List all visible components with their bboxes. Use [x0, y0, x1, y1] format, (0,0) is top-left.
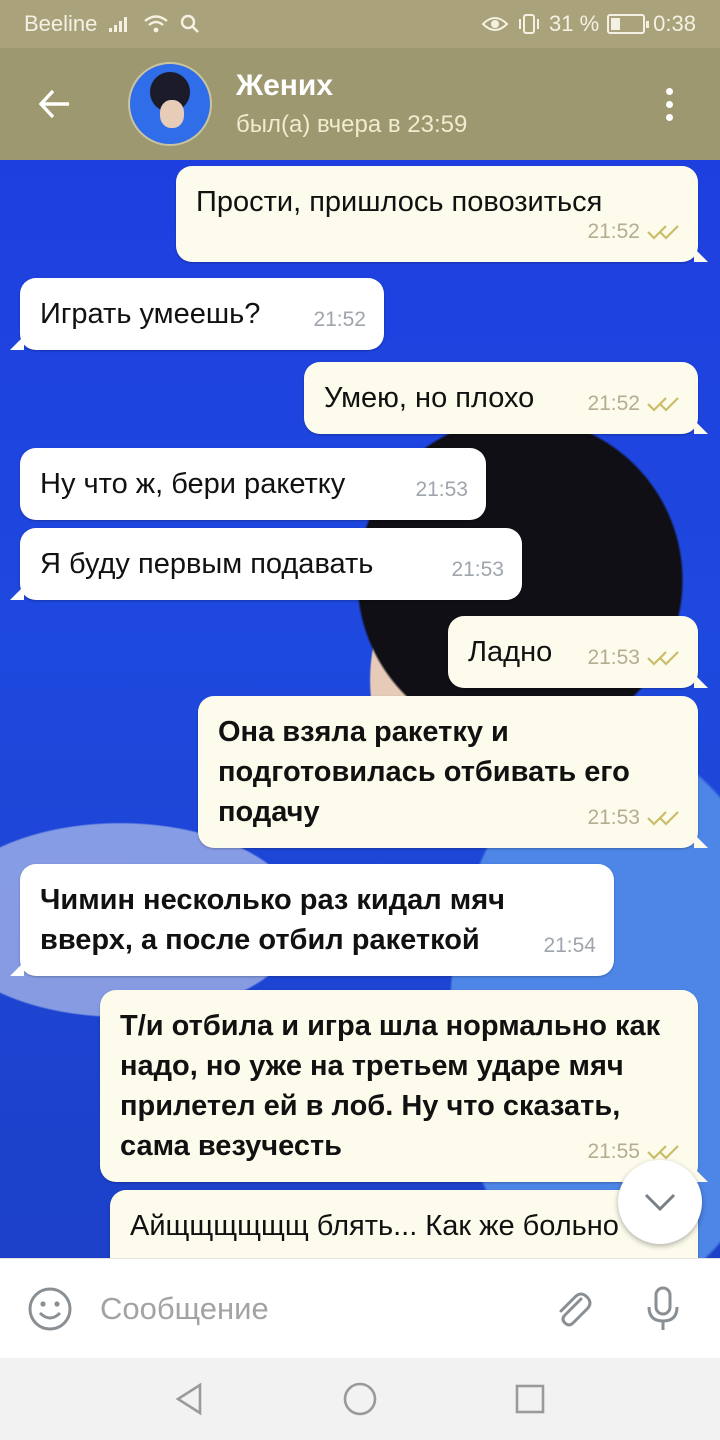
emoji-button[interactable] — [0, 1286, 100, 1332]
message-meta: 21:53 — [587, 798, 680, 838]
chevron-down-icon — [644, 1193, 676, 1212]
message-time: 21:54 — [543, 934, 596, 957]
more-vertical-icon[interactable] — [654, 74, 684, 134]
battery-percent: 31 % — [549, 11, 600, 36]
avatar[interactable] — [128, 62, 212, 146]
double-check-icon — [647, 651, 679, 666]
last-seen: был(а) вчера в 23:59 — [236, 111, 468, 138]
message-input-bar — [0, 1258, 720, 1358]
message-time: 21:52 — [587, 392, 640, 415]
square-recents-icon — [515, 1384, 545, 1414]
message-bubble[interactable]: Ну что ж, бери ракетку 21:53 — [20, 448, 486, 520]
avatar-face — [160, 100, 184, 128]
chat-title-block[interactable]: Жених был(а) вчера в 23:59 — [236, 69, 467, 139]
wifi-icon — [144, 15, 169, 33]
message-bubble[interactable]: Играть умеешь? 21:52 — [10, 278, 384, 350]
double-check-icon — [647, 225, 679, 240]
mic-button[interactable] — [628, 1285, 698, 1333]
nav-home-button[interactable] — [330, 1369, 390, 1429]
arrow-left-icon — [38, 89, 69, 119]
paperclip-icon — [559, 1292, 592, 1326]
message-time: 21:53 — [415, 478, 468, 501]
message-time: 21:53 — [451, 558, 504, 581]
status-left: Beeline — [24, 11, 201, 37]
message-text: Я буду первым подавать — [40, 548, 374, 580]
double-check-icon — [647, 397, 679, 412]
nav-back-button[interactable] — [160, 1369, 220, 1429]
nav-recents-button[interactable] — [500, 1369, 560, 1429]
battery-icon — [607, 14, 650, 34]
message-text: Айщщщщщщ блять... Как же больно — [130, 1210, 619, 1242]
status-bar: Beeline 31 % 0:38 — [0, 0, 720, 48]
message-bubble[interactable]: Я буду первым подавать 21:53 — [10, 528, 522, 600]
message-text: Ну что ж, бери ракетку — [40, 468, 346, 500]
vibrate-icon — [519, 14, 540, 34]
message-time: 21:52 — [587, 220, 640, 243]
message-bubble[interactable]: Айщщщщщщ блять... Как же больно — [110, 1190, 698, 1258]
scroll-down-button[interactable] — [618, 1160, 702, 1244]
double-check-icon — [647, 811, 679, 826]
message-time: 21:52 — [313, 308, 366, 331]
message-time: 21:53 — [587, 806, 640, 829]
message-bubble[interactable]: Она взяла ракетку и подготовилась отбива… — [198, 696, 708, 848]
chat-area[interactable]: Прости, пришлось повозиться 21:52 Играть… — [0, 160, 720, 1258]
message-meta: 21:52 — [587, 384, 680, 424]
message-bubble[interactable]: Прости, пришлось повозиться 21:52 — [176, 166, 708, 262]
system-nav-bar — [0, 1358, 720, 1440]
attach-button[interactable] — [538, 1287, 608, 1331]
message-meta: 21:53 — [587, 638, 680, 678]
search-icon — [181, 14, 200, 33]
message-time: 21:55 — [587, 1140, 640, 1163]
message-bubble[interactable]: Т/и отбила и игра шла нормально как надо… — [100, 990, 708, 1182]
message-bubble[interactable]: Ладно 21:53 — [448, 616, 708, 688]
smile-icon — [28, 1287, 72, 1330]
battery-fill — [611, 18, 621, 30]
triangle-back-icon — [175, 1382, 202, 1416]
signal-icon — [109, 17, 128, 32]
double-check-icon — [647, 1145, 679, 1160]
microphone-icon — [647, 1286, 679, 1330]
back-button[interactable] — [0, 48, 110, 160]
message-bubble[interactable]: Умею, но плохо 21:52 — [304, 362, 708, 434]
chat-header: Жених был(а) вчера в 23:59 — [0, 48, 720, 160]
message-meta: 21:52 — [587, 212, 680, 252]
message-meta: 21:53 — [415, 470, 468, 510]
message-meta: 21:54 — [543, 926, 596, 966]
status-right: 31 % 0:38 — [481, 11, 696, 37]
message-bubble[interactable]: Чимин несколько раз кидал мяч вверх, а п… — [10, 864, 614, 976]
chat-title: Жених — [236, 69, 334, 102]
eye-icon — [481, 17, 509, 31]
message-input[interactable] — [100, 1290, 538, 1327]
message-text: Чимин несколько раз кидал мяч вверх, а п… — [40, 884, 505, 956]
circle-home-icon — [343, 1382, 377, 1416]
message-meta: 21:52 — [313, 300, 366, 340]
message-time: 21:53 — [587, 646, 640, 669]
message-meta: 21:53 — [451, 550, 504, 590]
carrier-name: Beeline — [24, 11, 98, 36]
clock: 0:38 — [653, 11, 696, 36]
